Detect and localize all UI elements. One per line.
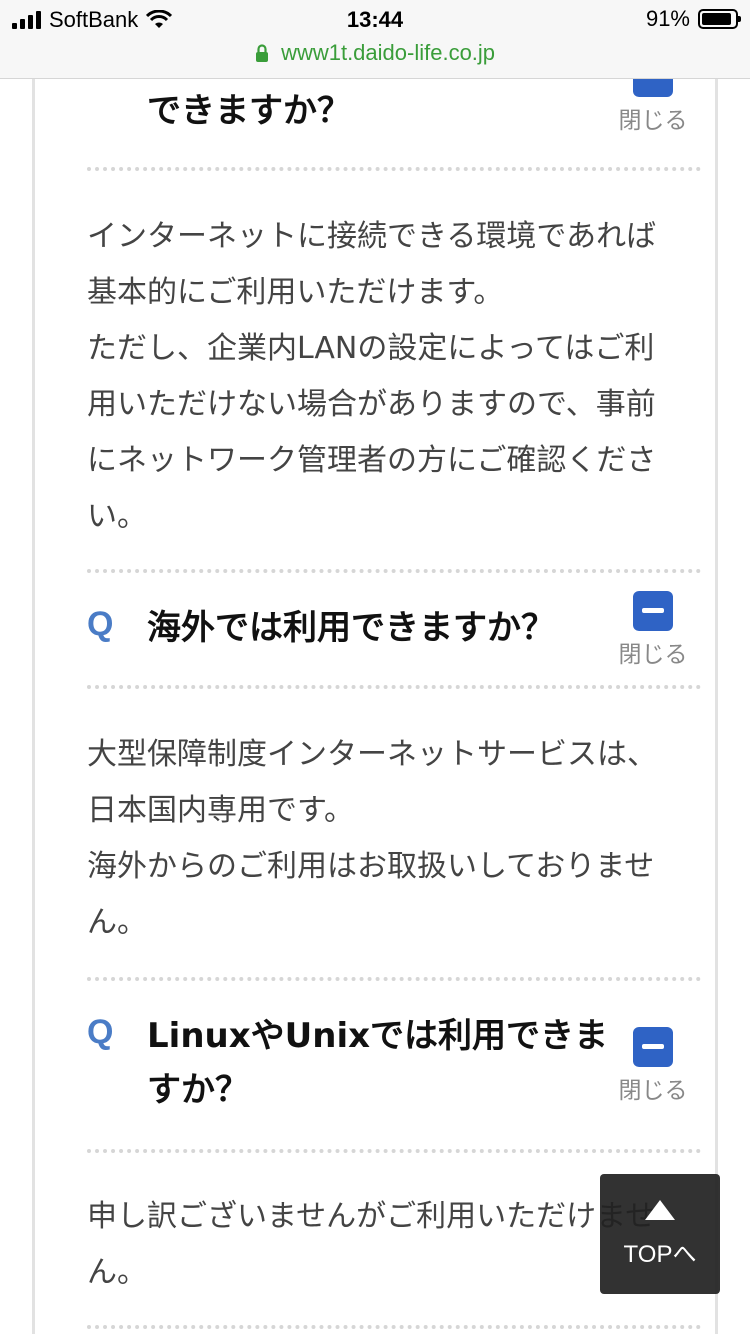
faq-answer-1: インターネットに接続できる環境であれば基本的にご利用いただけます。 ただし、企業… (87, 209, 672, 545)
top-button-label: TOPへ (623, 1241, 697, 1268)
faq-toggle-1[interactable]: 閉じる (613, 79, 693, 135)
close-label: 閉じる (618, 642, 688, 668)
q-mark: Q (87, 605, 114, 643)
faq-toggle-2[interactable]: 閉じる (613, 591, 693, 669)
faq-answer-2: 大型保障制度インターネットサービスは、日本国内専用です。 海外からのご利用はお取… (87, 727, 672, 951)
divider (87, 977, 701, 981)
faq-question-2: 海外では利用できますか？ (147, 608, 555, 648)
faq-toggle-3[interactable]: 閉じる (613, 1027, 693, 1105)
faq-page: できますか？ 閉じる インターネットに接続できる環境であれば基本的にご利用いただ… (32, 79, 718, 1334)
status-bar: SoftBank 13:44 91% (0, 0, 750, 40)
minus-icon (633, 79, 673, 97)
battery-percent: 91% (645, 6, 690, 31)
minus-icon (633, 591, 673, 631)
close-label: 閉じる (618, 1078, 688, 1104)
divider (87, 685, 701, 689)
answer-paragraph: 海外からのご利用はお取扱いしておりません。 (87, 849, 655, 940)
address-bar[interactable]: www1t.daido-life.co.jp (0, 40, 750, 79)
divider (87, 569, 701, 573)
battery-status: 91% (645, 6, 741, 32)
answer-paragraph: インターネットに接続できる環境であれば基本的にご利用いただけます。 (87, 219, 657, 310)
up-arrow-icon (645, 1200, 675, 1220)
clock: 13:44 (346, 7, 404, 32)
close-label: 閉じる (618, 108, 688, 134)
minus-icon (633, 1027, 673, 1067)
faq-question-1: できますか？ (147, 91, 351, 131)
back-to-top-button[interactable]: TOPへ (600, 1174, 720, 1294)
faq-answer-3: 申し訳ございませんがご利用いただけません。 (87, 1189, 672, 1301)
answer-paragraph: 大型保障制度インターネットサービスは、日本国内専用です。 (87, 737, 657, 828)
url-text: www1t.daido-life.co.jp (281, 40, 496, 65)
battery-icon (698, 9, 741, 29)
divider (87, 1149, 701, 1153)
answer-paragraph: 申し訳ございませんがご利用いただけません。 (87, 1199, 656, 1290)
answer-paragraph: ただし、企業内LANの設定によってはご利用いただけない場合がありますので、事前に… (87, 331, 657, 534)
lock-icon (255, 44, 268, 62)
divider (87, 167, 701, 171)
divider (87, 1325, 701, 1329)
q-mark: Q (87, 1013, 114, 1051)
faq-question-3: LinuxやUnixでは利用できますか？ (147, 1016, 609, 1110)
